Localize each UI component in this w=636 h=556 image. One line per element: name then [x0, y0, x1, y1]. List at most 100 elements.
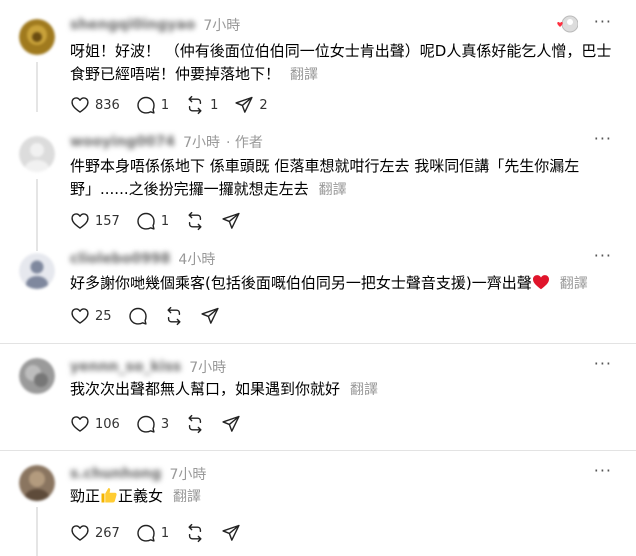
username[interactable]: s.chunhong [70, 466, 161, 482]
like-count: 106 [95, 416, 120, 432]
divider [0, 450, 636, 451]
username[interactable]: wooying0074 [70, 134, 175, 150]
comment-icon [137, 212, 155, 230]
more-icon[interactable]: ··· [594, 461, 612, 480]
post-body: 呀姐！好波！ （仲有後面位伯伯同一位女士肯出聲）呢D人真係好能乞人憎，巴士食野已… [70, 40, 615, 87]
repost-icon [167, 306, 181, 326]
reply-button[interactable]: 3 [136, 414, 169, 434]
like-button[interactable]: 157 [70, 211, 120, 231]
more-icon[interactable]: ··· [594, 12, 612, 31]
more-icon[interactable]: ··· [594, 354, 612, 373]
like-count: 157 [95, 213, 120, 229]
thumbs-up-emoji [100, 486, 118, 511]
timestamp[interactable]: 7小時 [169, 464, 206, 484]
post-body: 件野本身唔係係地下 係車頭既 佢落車想就咁行左去 我咪同佢講「先生你漏左野」..… [70, 155, 615, 202]
heart-icon [71, 97, 89, 113]
share-button[interactable] [200, 306, 220, 326]
thread-line [36, 62, 38, 112]
post-header: shengqi0ingyao 7小時 [70, 14, 240, 36]
timestamp[interactable]: 7小時 [183, 132, 220, 152]
timestamp[interactable]: 7小時 [189, 357, 226, 377]
red-heart-emoji [532, 274, 550, 297]
divider [0, 343, 636, 344]
translate-link[interactable]: 翻譯 [350, 382, 378, 398]
heart-icon [71, 416, 89, 432]
heart-icon [71, 308, 89, 324]
reply-count: 1 [160, 97, 170, 113]
translate-link[interactable]: 翻譯 [319, 182, 347, 198]
thread-line [36, 179, 38, 251]
like-button[interactable]: 106 [70, 414, 120, 434]
repost-button[interactable] [185, 414, 205, 434]
like-button[interactable]: 836 [70, 95, 120, 115]
share-button[interactable] [221, 211, 241, 231]
action-bar: 267 1 [70, 522, 257, 544]
avatar[interactable] [19, 465, 55, 501]
comment-icon [137, 96, 155, 114]
more-icon[interactable]: ··· [594, 246, 612, 265]
share-icon [235, 96, 254, 113]
repost-button[interactable] [185, 523, 205, 543]
thread-line [36, 507, 38, 556]
action-bar: 106 3 [70, 413, 257, 435]
share-button[interactable] [221, 414, 241, 434]
repost-icon [188, 95, 202, 115]
author-tag: · 作者 [225, 135, 263, 151]
repost-count: 1 [210, 97, 219, 113]
comment-icon [137, 415, 155, 433]
comment-icon [137, 524, 155, 542]
share-button[interactable] [221, 523, 241, 543]
action-bar: 157 1 [70, 210, 257, 232]
share-icon [200, 307, 219, 324]
post-text: 好多謝你哋幾個乘客(包括後面嘅伯伯同另一把女士聲音支援)一齊出聲 [70, 274, 532, 292]
share-count: 2 [259, 97, 268, 113]
avatar[interactable] [19, 253, 55, 289]
reply-button[interactable]: 1 [136, 211, 169, 231]
post-text: 呀姐！好波！ （仲有後面位伯伯同一位女士肯出聲）呢D人真係好能乞人憎，巴士食野已… [70, 42, 612, 83]
post-body: 勁正 正義女 翻譯 [70, 485, 615, 511]
like-badge-icon [557, 15, 578, 33]
reply-button[interactable]: 1 [136, 95, 169, 115]
heart-icon [71, 525, 89, 541]
share-icon [222, 415, 240, 432]
reply-button[interactable] [128, 306, 148, 326]
like-count: 267 [95, 525, 120, 541]
reply-button[interactable]: 1 [136, 523, 169, 543]
heart-icon [71, 213, 89, 229]
post-text-after: 正義女 [118, 487, 164, 505]
like-count: 836 [95, 97, 120, 113]
avatar[interactable] [19, 19, 55, 55]
translate-link[interactable]: 翻譯 [290, 67, 318, 83]
like-button[interactable]: 267 [70, 523, 120, 543]
repost-icon [188, 414, 202, 434]
like-button[interactable]: 25 [70, 306, 112, 326]
timestamp[interactable]: 4小時 [178, 249, 215, 269]
username[interactable]: cliolebo0998 [70, 251, 170, 267]
more-icon[interactable]: ··· [594, 129, 612, 148]
action-bar: 836 1 1 2 [70, 94, 284, 116]
reply-count: 1 [160, 213, 170, 229]
translate-link[interactable]: 翻譯 [560, 276, 588, 292]
comment-icon [128, 307, 147, 325]
post-body: 好多謝你哋幾個乘客(包括後面嘅伯伯同另一把女士聲音支援)一齊出聲 翻譯 [70, 272, 615, 297]
avatar[interactable] [19, 358, 55, 394]
post-header: s.chunhong 7小時 [70, 463, 206, 485]
share-icon [222, 524, 240, 541]
like-count: 25 [95, 308, 112, 324]
action-bar: 25 [70, 305, 236, 327]
share-button[interactable]: 2 [234, 95, 268, 115]
repost-button[interactable] [164, 306, 184, 326]
timestamp[interactable]: 7小時 [203, 15, 240, 35]
post-text: 我次次出聲都無人幫口，如果遇到你就好 [70, 380, 341, 398]
reply-count: 3 [160, 416, 170, 432]
username[interactable]: yennn_so_kiss [70, 359, 181, 375]
repost-button[interactable]: 1 [185, 95, 218, 115]
repost-icon [188, 211, 202, 231]
avatar[interactable] [19, 136, 55, 172]
share-icon [222, 212, 240, 229]
username[interactable]: shengqi0ingyao [70, 17, 195, 33]
post-text: 勁正 [70, 487, 101, 505]
translate-link[interactable]: 翻譯 [173, 489, 201, 505]
repost-button[interactable] [185, 211, 205, 231]
repost-icon [188, 523, 202, 543]
